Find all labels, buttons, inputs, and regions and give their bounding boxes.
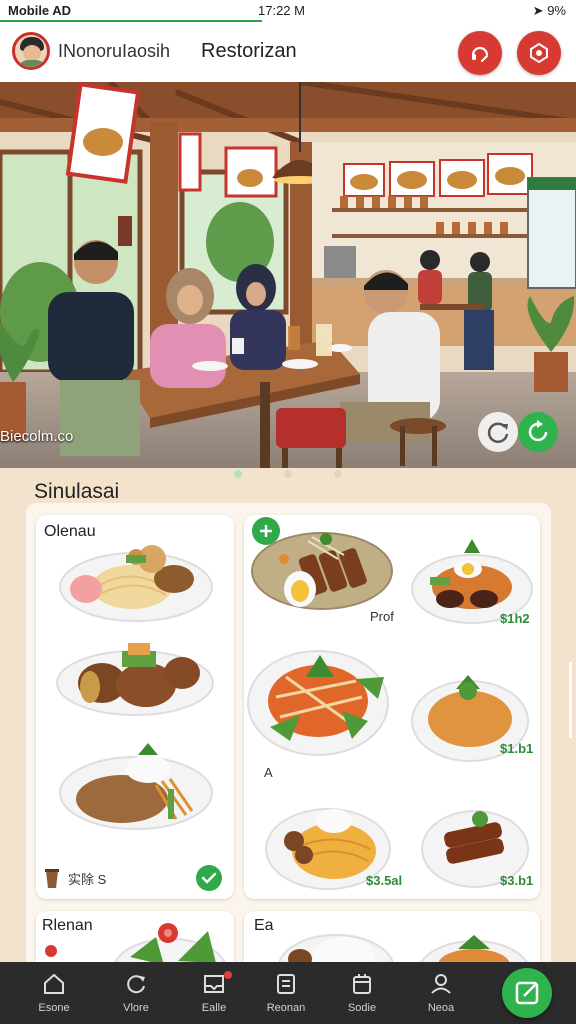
brand-name: INonoruIaosih (58, 41, 171, 61)
carousel-dot[interactable] (334, 470, 342, 478)
price-label: $1h2 (500, 611, 530, 626)
nav-label: Neoa (427, 1002, 455, 1014)
carrier-label: Mobile AD (8, 3, 72, 18)
gear-icon (530, 42, 548, 64)
check-icon (201, 872, 217, 884)
rotate-icon (528, 420, 548, 442)
scrollbar[interactable] (569, 662, 572, 738)
app-header: INonoruIaosih Restorizan (0, 22, 576, 83)
price-label: $1.b1 (500, 741, 534, 756)
nav-item-vlore[interactable]: Vlore (104, 962, 168, 1024)
restaurant-interior-illustration (0, 82, 576, 468)
refresh-icon (127, 975, 145, 994)
user-icon (431, 974, 451, 994)
document-icon (277, 974, 295, 994)
menu-card-olenau[interactable]: Olenau 实除 S (36, 515, 234, 899)
hero-image: Biecolm.co (0, 82, 576, 468)
carousel-dot[interactable] (284, 470, 292, 478)
nav-label: Ealle (201, 1002, 227, 1014)
refresh-icon (487, 422, 509, 443)
nav-label: Esone (38, 1002, 70, 1014)
fried-chicken-dish-image (56, 643, 214, 716)
inbox-icon (204, 975, 224, 993)
page-title: Restorizan (201, 40, 297, 62)
carousel-dot-active[interactable] (234, 470, 242, 478)
nav-item-esone[interactable]: Esone (22, 962, 86, 1024)
card-label-a: A (264, 765, 273, 780)
nav-item-ealle[interactable]: Ealle (182, 962, 246, 1024)
selected-check-button[interactable] (196, 865, 222, 891)
edit-icon (515, 981, 539, 1005)
nav-label: Reonan (266, 1002, 306, 1014)
battery-percent: 9% (547, 3, 566, 18)
hero-refresh-button[interactable] (478, 412, 518, 452)
headset-button[interactable] (458, 31, 502, 75)
headset-icon (471, 46, 489, 63)
price-label: $3.b1 (500, 873, 534, 888)
noodle-dish-image (59, 545, 213, 622)
notification-badge (224, 971, 232, 979)
avatar[interactable] (12, 32, 50, 70)
card-title: Rlenan (42, 917, 93, 934)
settings-button[interactable] (517, 31, 561, 75)
home-icon (44, 973, 64, 994)
nav-item-reonan[interactable]: Reonan (254, 962, 318, 1024)
card-title: Ea (254, 917, 274, 934)
nav-label: Vlore (123, 1002, 149, 1014)
fried-rice-dish-image (59, 743, 213, 830)
section-title: Sinulasai (34, 480, 120, 503)
hero-caption: Biecolm.co (0, 428, 74, 445)
clock: 17:22 M (258, 3, 305, 18)
drink-cup-icon (45, 869, 59, 888)
menu-card-featured[interactable]: Prof $1h2 $1.b1 A $3.5al $3.b1 (244, 515, 540, 899)
location-icon: ➤ (532, 3, 544, 18)
carousel-dots (0, 470, 576, 480)
papaya-salad-dish-image (247, 650, 389, 756)
status-bar: Mobile AD 17:22 M ➤ 9% (0, 0, 576, 22)
grilled-meat-dish-image (251, 532, 393, 610)
price-label: $3.5al (366, 873, 403, 888)
card-tag-label: 实除 S (68, 872, 107, 887)
battery-indicator: ➤ 9% (533, 3, 566, 19)
calendar-icon (353, 974, 371, 994)
nav-item-neoa[interactable]: Neoa (409, 962, 473, 1024)
compose-fab-button[interactable] (502, 968, 552, 1018)
bottom-nav: Esone Vlore Ealle Reonan Sodie Neoa (0, 962, 576, 1024)
chili-icon (45, 945, 57, 957)
hero-rotate-button[interactable] (518, 412, 558, 452)
nav-label: Sodie (347, 1002, 377, 1014)
nav-item-sodie[interactable]: Sodie (330, 962, 394, 1024)
menu-grid: Olenau 实除 S Prof $1h2 $1.b1 A $3.5al $3.… (26, 503, 551, 977)
card-label-prof: Prof (370, 609, 394, 624)
